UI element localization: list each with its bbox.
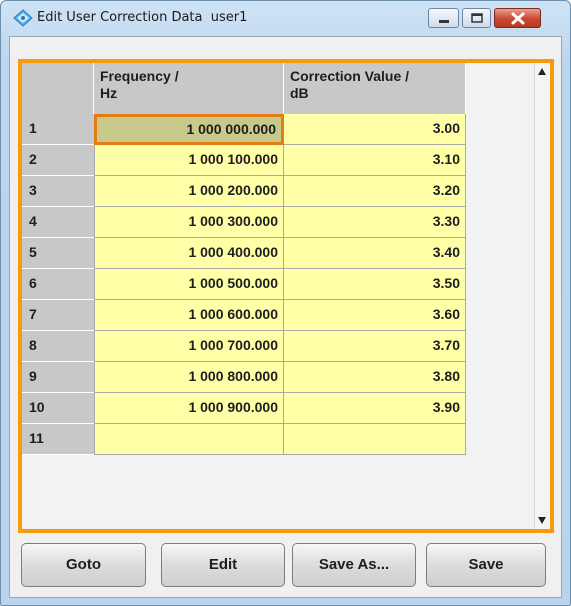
save-button[interactable]: Save	[426, 543, 546, 587]
row-index[interactable]: 7	[22, 300, 94, 331]
correction-cell[interactable]: 3.00	[284, 114, 466, 145]
dialog-window: Edit User Correction Data user1 Frequenc…	[0, 0, 571, 606]
maximize-button[interactable]	[462, 8, 491, 28]
correction-cell[interactable]: 3.30	[284, 207, 466, 238]
row-index[interactable]: 10	[22, 393, 94, 424]
table-row: 9 1 000 800.000 3.80	[22, 362, 466, 393]
table-row: 8 1 000 700.000 3.70	[22, 331, 466, 362]
frequency-cell[interactable]: 1 000 900.000	[94, 393, 284, 424]
diamond-app-icon	[13, 9, 33, 27]
frequency-cell[interactable]: 1 000 200.000	[94, 176, 284, 207]
correction-cell[interactable]: 3.20	[284, 176, 466, 207]
frequency-cell[interactable]	[94, 424, 284, 455]
save-as-button[interactable]: Save As...	[292, 543, 416, 587]
table-row: 10 1 000 900.000 3.90	[22, 393, 466, 424]
table-row: 5 1 000 400.000 3.40	[22, 238, 466, 269]
row-index[interactable]: 6	[22, 269, 94, 300]
header-row-number	[22, 63, 94, 114]
close-button[interactable]	[494, 8, 541, 28]
correction-cell[interactable]	[284, 424, 466, 455]
correction-cell[interactable]: 3.90	[284, 393, 466, 424]
row-index[interactable]: 4	[22, 207, 94, 238]
frequency-cell[interactable]: 1 000 500.000	[94, 269, 284, 300]
close-icon	[511, 12, 525, 25]
goto-button[interactable]: Goto	[21, 543, 146, 587]
title-bar[interactable]: Edit User Correction Data user1	[1, 1, 570, 35]
table-row: 11	[22, 424, 466, 455]
vertical-scrollbar[interactable]	[534, 63, 550, 529]
scroll-down-arrow-icon[interactable]	[538, 517, 546, 524]
row-index[interactable]: 5	[22, 238, 94, 269]
row-index[interactable]: 8	[22, 331, 94, 362]
row-index[interactable]: 11	[22, 424, 94, 455]
table-row: 6 1 000 500.000 3.50	[22, 269, 466, 300]
table-row: 7 1 000 600.000 3.60	[22, 300, 466, 331]
correction-cell[interactable]: 3.40	[284, 238, 466, 269]
frequency-cell[interactable]: 1 000 100.000	[94, 145, 284, 176]
edit-button[interactable]: Edit	[161, 543, 285, 587]
table-row: 3 1 000 200.000 3.20	[22, 176, 466, 207]
frequency-cell[interactable]: 1 000 600.000	[94, 300, 284, 331]
correction-cell[interactable]: 3.80	[284, 362, 466, 393]
scroll-up-arrow-icon[interactable]	[538, 68, 546, 75]
correction-cell[interactable]: 3.60	[284, 300, 466, 331]
row-index[interactable]: 9	[22, 362, 94, 393]
correction-cell[interactable]: 3.50	[284, 269, 466, 300]
minimize-icon	[439, 20, 449, 23]
header-frequency[interactable]: Frequency / Hz	[94, 63, 284, 114]
minimize-button[interactable]	[428, 8, 459, 28]
table-row: 1 1 000 000.000 3.00	[22, 114, 466, 145]
frequency-cell[interactable]: 1 000 000.000	[94, 114, 284, 145]
row-index[interactable]: 3	[22, 176, 94, 207]
correction-cell[interactable]: 3.10	[284, 145, 466, 176]
frequency-cell[interactable]: 1 000 700.000	[94, 331, 284, 362]
frequency-cell[interactable]: 1 000 300.000	[94, 207, 284, 238]
row-index[interactable]: 1	[22, 114, 94, 145]
window-title: Edit User Correction Data user1	[37, 10, 248, 25]
row-index[interactable]: 2	[22, 145, 94, 176]
frequency-cell[interactable]: 1 000 400.000	[94, 238, 284, 269]
correction-table-frame: Frequency / Hz Correction Value / dB 1 1…	[18, 59, 554, 533]
frequency-cell[interactable]: 1 000 800.000	[94, 362, 284, 393]
correction-cell[interactable]: 3.70	[284, 331, 466, 362]
table-row: 4 1 000 300.000 3.30	[22, 207, 466, 238]
table-row: 2 1 000 100.000 3.10	[22, 145, 466, 176]
maximize-icon	[471, 13, 483, 23]
header-correction-value[interactable]: Correction Value / dB	[284, 63, 466, 114]
